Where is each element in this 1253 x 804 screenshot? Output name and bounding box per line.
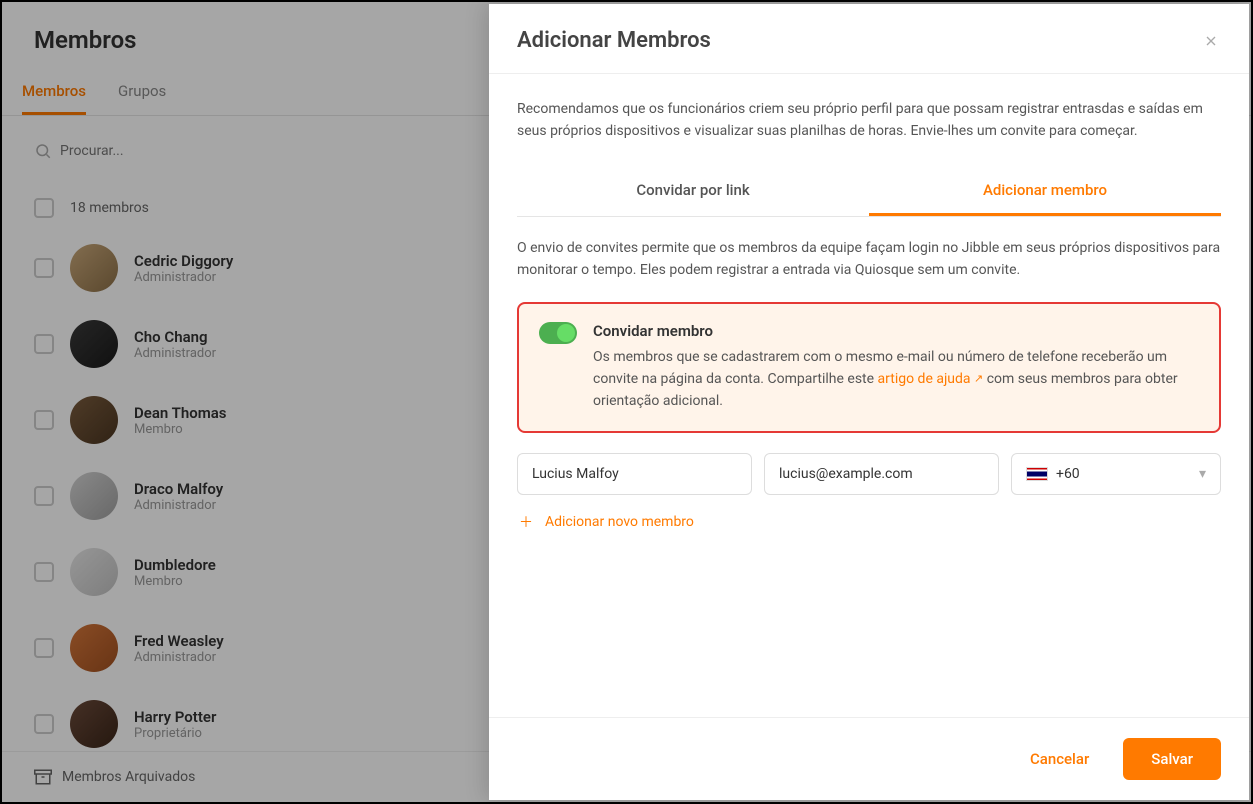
- plus-icon: ＋: [517, 513, 535, 531]
- invite-card-text: Os membros que se cadastrarem com o mesm…: [593, 346, 1199, 413]
- external-link-icon: ↗: [974, 370, 983, 388]
- phone-code-dropdown[interactable]: +60 ▾: [1011, 453, 1221, 495]
- flag-icon: [1026, 467, 1048, 481]
- add-another-label: Adicionar novo membro: [545, 514, 694, 530]
- invite-card-title: Convidar membro: [593, 322, 1199, 340]
- modal-tabs: Convidar por link Adicionar membro: [517, 167, 1221, 217]
- modal-title: Adicionar Membros: [517, 28, 711, 53]
- close-button[interactable]: [1201, 31, 1221, 51]
- add-another-member[interactable]: ＋ Adicionar novo membro: [517, 513, 1221, 531]
- cancel-button[interactable]: Cancelar: [1008, 738, 1111, 780]
- invite-toggle[interactable]: [539, 322, 577, 344]
- email-input[interactable]: [764, 453, 999, 495]
- save-button[interactable]: Salvar: [1123, 738, 1221, 780]
- add-members-panel: Adicionar Membros Recomendamos que os fu…: [489, 4, 1249, 800]
- tab-add-member[interactable]: Adicionar membro: [869, 167, 1221, 216]
- invite-description: O envio de convites permite que os membr…: [517, 237, 1221, 282]
- invite-card: Convidar membro Os membros que se cadast…: [517, 302, 1221, 433]
- close-icon: [1203, 33, 1219, 49]
- chevron-down-icon: ▾: [1199, 466, 1206, 482]
- intro-text: Recomendamos que os funcionários criem s…: [517, 98, 1221, 143]
- tab-invite-link[interactable]: Convidar por link: [517, 167, 869, 216]
- phone-code: +60: [1056, 466, 1080, 482]
- help-article-link[interactable]: artigo de ajuda ↗: [878, 371, 984, 387]
- name-input[interactable]: [517, 453, 752, 495]
